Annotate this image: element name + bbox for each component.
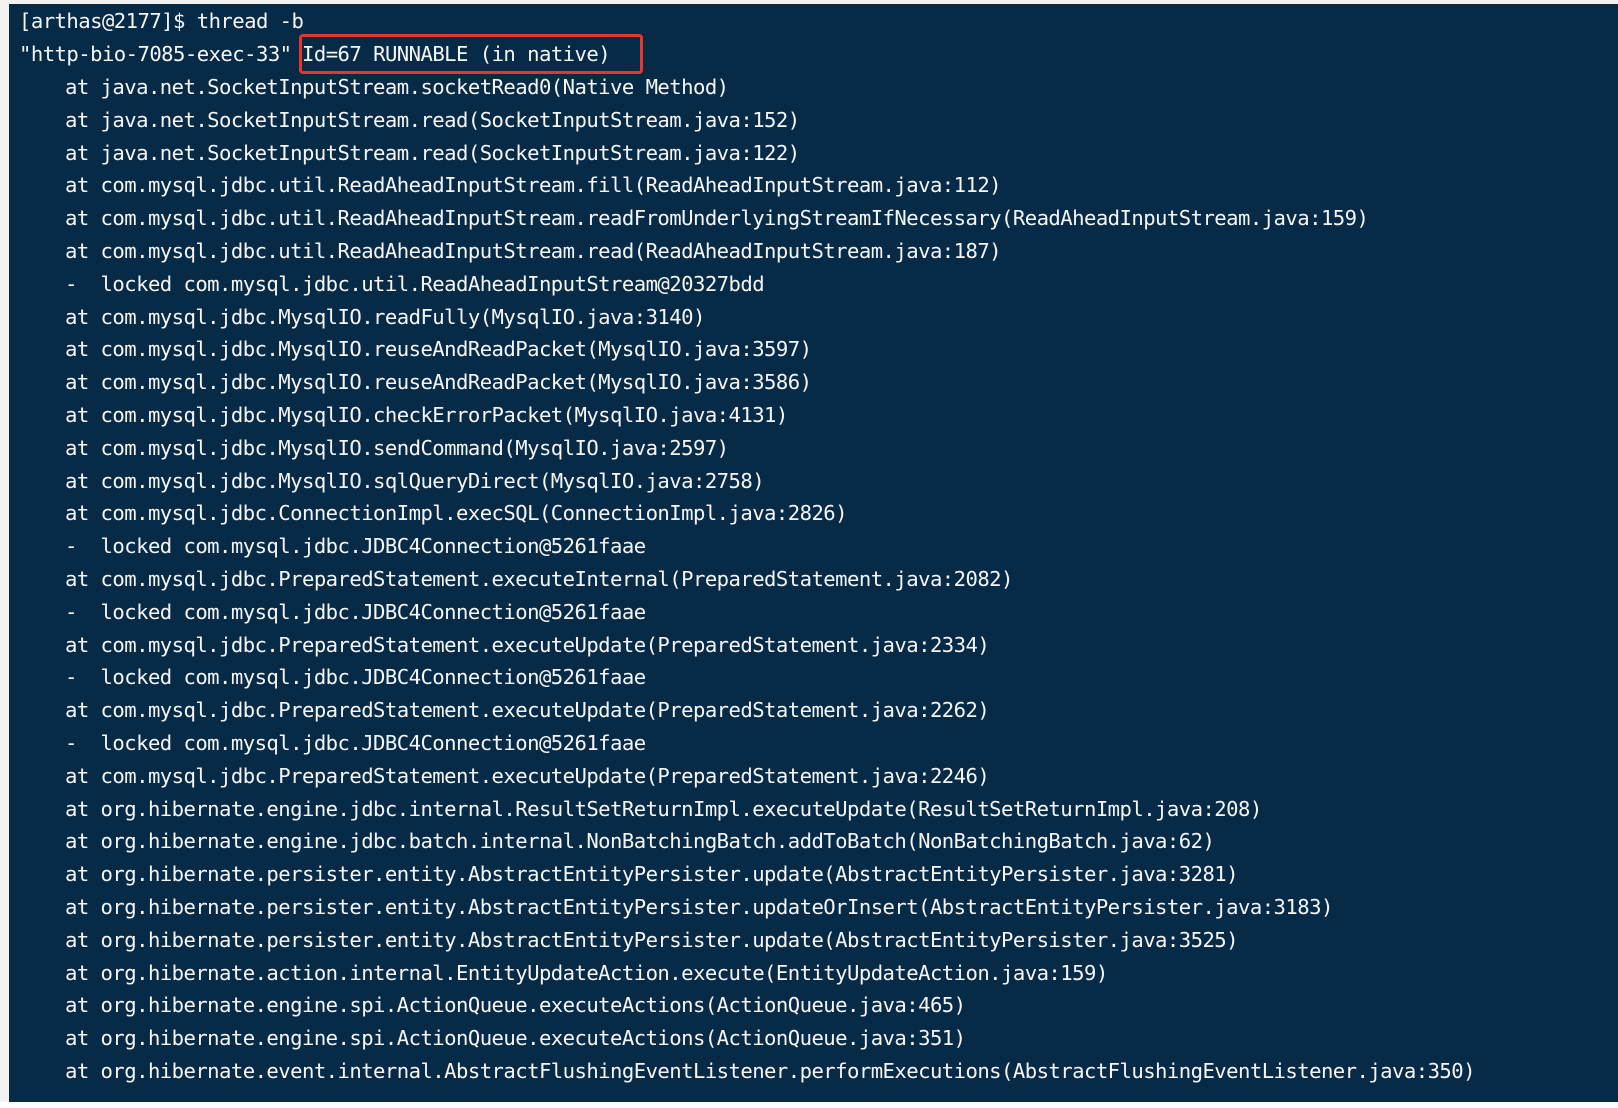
stack-frame-line: at com.mysql.jdbc.MysqlIO.readFully(Mysq…: [65, 304, 705, 329]
stack-frame-line: - locked com.mysql.jdbc.JDBC4Connection@…: [65, 599, 646, 624]
stack-frame-line: at com.mysql.jdbc.MysqlIO.checkErrorPack…: [65, 403, 788, 427]
thread-state-highlight-box: [299, 34, 643, 74]
thread-name: "http-bio-7085-exec-33": [19, 42, 292, 66]
stack-frame-line: at com.mysql.jdbc.ConnectionImpl.execSQL…: [65, 501, 848, 526]
stack-frame-line: - locked com.mysql.jdbc.JDBC4Connection@…: [65, 731, 646, 755]
stack-frame-line: at com.mysql.jdbc.util.ReadAheadInputStr…: [65, 173, 1002, 198]
stack-frame-line: at com.mysql.jdbc.PreparedStatement.exec…: [65, 763, 990, 788]
terminal-window[interactable]: [arthas@2177]$ thread -b "http-bio-7085-…: [9, 4, 1618, 1108]
stack-frame-line: at org.hibernate.persister.entity.Abstra…: [65, 927, 1239, 952]
stack-frame-line: at java.net.SocketInputStream.read(Socke…: [65, 140, 800, 165]
stack-frame-line: - locked com.mysql.jdbc.util.ReadAheadIn…: [65, 271, 765, 296]
stack-frame-line: at java.net.SocketInputStream.socketRead…: [65, 75, 729, 99]
stack-frame-line: at com.mysql.jdbc.util.ReadAheadInputStr…: [65, 239, 1002, 263]
stack-frame-line: at com.mysql.jdbc.PreparedStatement.exec…: [65, 698, 990, 723]
stack-frame-line: at org.hibernate.event.internal.Abstract…: [65, 1059, 1476, 1083]
stack-frame-line: at com.mysql.jdbc.MysqlIO.reuseAndReadPa…: [65, 337, 812, 362]
stack-frame-line: at org.hibernate.action.internal.EntityU…: [65, 960, 1108, 985]
stack-frame-line: at org.hibernate.engine.jdbc.batch.inter…: [65, 829, 1215, 854]
stack-frame-line: at com.mysql.jdbc.MysqlIO.sqlQueryDirect…: [65, 468, 765, 493]
stack-frame-line: at org.hibernate.engine.jdbc.internal.Re…: [65, 796, 1262, 821]
stack-frame-line: - locked com.mysql.jdbc.JDBC4Connection@…: [65, 665, 646, 690]
stack-frame-line: at org.hibernate.engine.spi.ActionQueue.…: [65, 1026, 966, 1051]
stack-frame-line: at com.mysql.jdbc.PreparedStatement.exec…: [65, 567, 1013, 591]
command-prompt: [arthas@2177]$ thread -b: [19, 9, 304, 33]
screenshot-frame: [arthas@2177]$ thread -b "http-bio-7085-…: [0, 0, 1618, 1108]
bottom-edge: [0, 1102, 1618, 1108]
stack-frame-line: at java.net.SocketInputStream.read(Socke…: [65, 107, 800, 132]
stack-frame-line: at com.mysql.jdbc.MysqlIO.sendCommand(My…: [65, 435, 729, 460]
stack-frame-line: at com.mysql.jdbc.MysqlIO.reuseAndReadPa…: [65, 370, 812, 395]
stack-frame-line: at com.mysql.jdbc.PreparedStatement.exec…: [65, 632, 990, 657]
stack-frame-line: - locked com.mysql.jdbc.JDBC4Connection@…: [65, 534, 646, 559]
stack-frame-line: at org.hibernate.persister.entity.Abstra…: [65, 895, 1333, 919]
stack-frame-line: at com.mysql.jdbc.util.ReadAheadInputStr…: [65, 206, 1369, 231]
stack-frame-line: at org.hibernate.persister.entity.Abstra…: [65, 862, 1239, 887]
stack-frame-line: at org.hibernate.engine.spi.ActionQueue.…: [65, 993, 966, 1018]
